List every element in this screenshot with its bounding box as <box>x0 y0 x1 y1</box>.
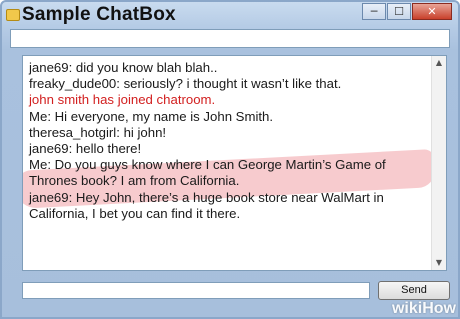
message-input[interactable] <box>22 282 370 299</box>
system-message: john smith has joined chatroom. <box>29 92 216 108</box>
message-list: jane69: did you know blah blah.. freaky_… <box>29 60 430 222</box>
scroll-up-arrow-icon[interactable]: ▲ <box>432 56 446 70</box>
title-bar[interactable]: Sample ChatBox ─ ☐ ✕ <box>2 2 458 32</box>
send-button[interactable]: Send <box>378 281 450 300</box>
minimize-icon: ─ <box>370 5 378 18</box>
chat-message: jane69: hello there! <box>29 141 142 157</box>
window-title: Sample ChatBox <box>22 4 176 25</box>
chat-message: Me: Hi everyone, my name is John Smith. <box>29 108 274 124</box>
window-controls: ─ ☐ ✕ <box>361 3 452 20</box>
chat-message: jane69: Hey John, there’s a huge book st… <box>29 189 384 221</box>
watermark-logo: wikiHow <box>391 300 456 317</box>
chat-log[interactable]: jane69: did you know blah blah.. freaky_… <box>22 55 447 271</box>
close-button[interactable]: ✕ <box>412 3 452 20</box>
maximize-button[interactable]: ☐ <box>387 3 411 20</box>
app-icon <box>6 9 20 21</box>
close-icon: ✕ <box>427 5 437 18</box>
chat-scrollbar[interactable]: ▲ ▼ <box>431 56 446 270</box>
top-text-field[interactable] <box>10 29 450 48</box>
chat-window: Sample ChatBox ─ ☐ ✕ jane69: did you kno… <box>0 0 460 319</box>
highlighted-message: Me: Do you guys know where I can George … <box>29 157 386 189</box>
chat-message: freaky_dude00: seriously? i thought it w… <box>29 76 342 92</box>
scroll-down-arrow-icon[interactable]: ▼ <box>432 256 446 270</box>
minimize-button[interactable]: ─ <box>362 3 386 20</box>
chat-message: jane69: did you know blah blah.. <box>29 60 218 75</box>
maximize-icon: ☐ <box>394 5 404 18</box>
chat-message: theresa_hotgirl: hi john! <box>29 124 167 140</box>
